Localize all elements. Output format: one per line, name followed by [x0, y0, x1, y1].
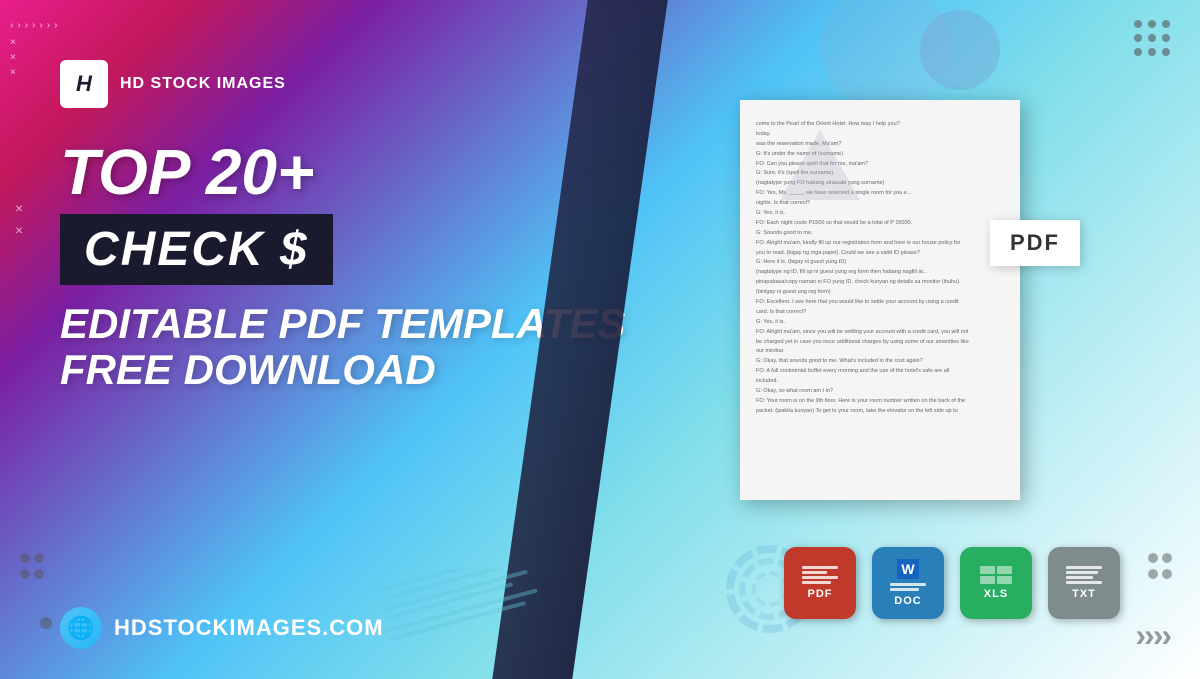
dots-decoration-bottomleft [20, 553, 42, 579]
xls-label: XLS [984, 588, 1008, 600]
wavy-decoration [380, 569, 540, 649]
x-pattern-decoration-midleft: × × [15, 200, 23, 238]
logo-icon: H [60, 60, 108, 108]
doc-format-icon: W DOC [872, 547, 944, 619]
website-area: 🌐 HDSTOCKIMAGES.COM [60, 607, 384, 649]
dots-decoration-topright [1134, 20, 1170, 56]
globe-icon: 🌐 [60, 607, 102, 649]
pdf-label: PDF [808, 588, 833, 600]
doc-label: DOC [894, 595, 921, 607]
dot-single-bottomleft [40, 617, 52, 629]
dots-decoration-bottomright [1148, 553, 1170, 579]
check-s-text: CHECK $ [84, 223, 309, 276]
xls-format-icon: XLS [960, 547, 1032, 619]
txt-format-icon: TXT [1048, 547, 1120, 619]
chevrons-bottomright: ›››› [1135, 617, 1170, 654]
website-url: HDSTOCKIMAGES.COM [114, 615, 384, 641]
logo-text: HD STOCK IMAGES [120, 74, 286, 93]
top-20-heading: TOP 20+ [60, 140, 625, 204]
txt-label: TXT [1072, 588, 1096, 600]
check-s-badge: CHECK $ [60, 214, 333, 285]
pdf-format-icon: PDF [784, 547, 856, 619]
decorative-circle-topright2 [920, 10, 1000, 90]
x-pattern-decoration-topleft: ››››››› × × × [10, 20, 57, 78]
logo-area: H HD STOCK IMAGES [60, 60, 286, 108]
document-preview: come to the Pearl of the Orient Hotel. H… [740, 100, 1020, 500]
format-icons-row: PDF W DOC XLS TXT [784, 547, 1120, 619]
pdf-overlay-badge: PDF [990, 220, 1080, 266]
